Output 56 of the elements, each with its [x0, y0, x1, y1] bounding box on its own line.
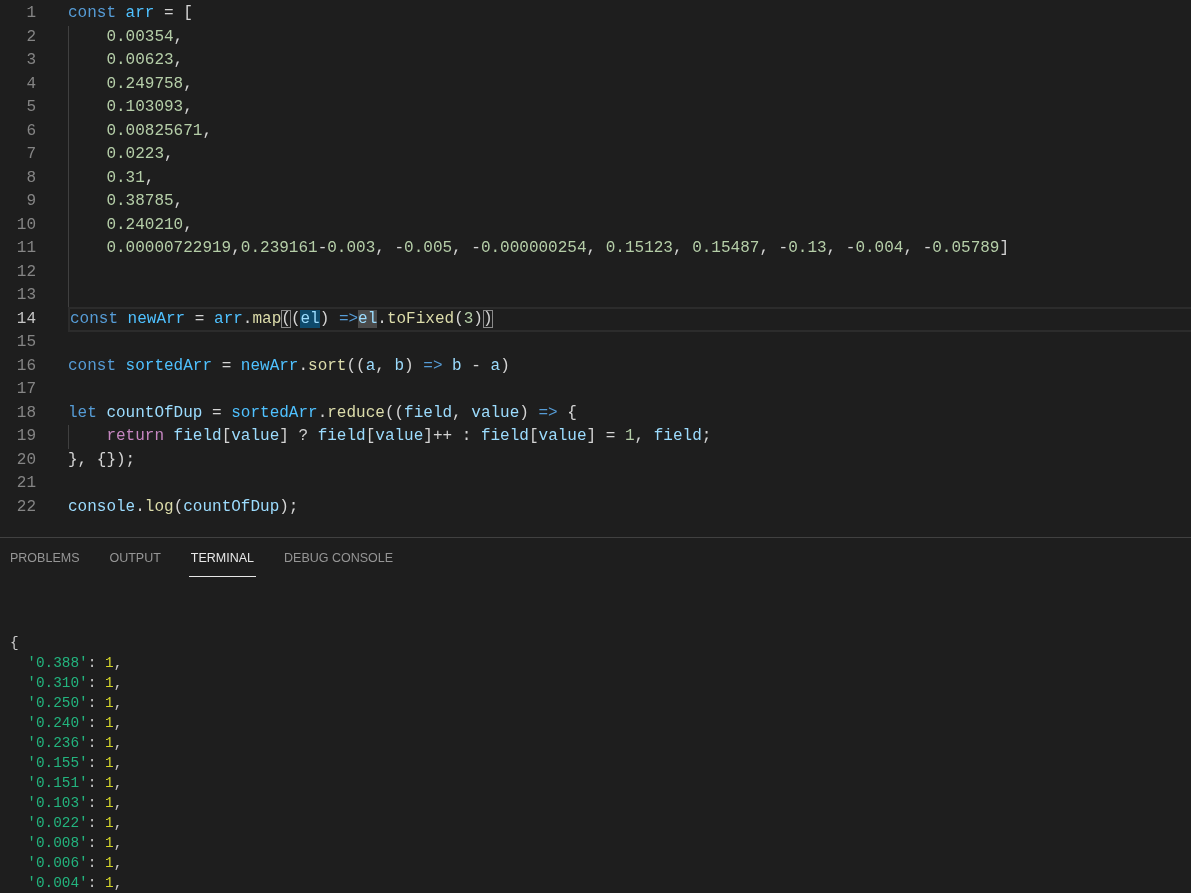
line-number: 11	[15, 238, 36, 259]
panel-tab[interactable]: OUTPUT	[107, 538, 163, 577]
terminal-line: '0.250': 1,	[27, 694, 123, 713]
terminal-line: '0.022': 1,	[27, 814, 123, 833]
code-line: 0.00000722919,0.239161-0.003, -0.005, -0.000000254, 0.15123, 0.15487, -0.13, -0.004, -0.05789]	[106, 238, 1010, 259]
terminal-line: '0.236': 1,	[27, 734, 123, 753]
terminal-line: '0.008': 1,	[27, 834, 123, 853]
code-line: const sortedArr = newArr.sort((a, b) => b - a)	[68, 355, 510, 377]
code-line: 0.00623,	[106, 50, 184, 71]
code-line: 0.240210,	[106, 214, 193, 236]
code-line: return field[value] ? field[value]++ : field[value] = 1, field;	[106, 426, 712, 447]
line-number: 10	[15, 214, 36, 236]
line-number: 14	[15, 308, 36, 330]
line-number: 18	[15, 402, 36, 424]
terminal-line: '0.151': 1,	[27, 774, 123, 793]
code-line: const arr = [	[68, 3, 193, 24]
code-line: 0.38785,	[106, 191, 184, 212]
panel-tab[interactable]: DEBUG CONSOLE	[282, 538, 396, 577]
code-line: let countOfDup = sortedArr.reduce((field, value) => {	[68, 402, 577, 424]
code-line: 0.249758,	[106, 73, 193, 95]
code-line: 0.00825671,	[106, 120, 212, 142]
line-number: 3	[25, 50, 36, 71]
terminal-line: '0.310': 1,	[27, 674, 123, 693]
line-number: 12	[15, 261, 36, 283]
terminal-line: '0.006': 1,	[27, 854, 123, 873]
code-line: 0.00354,	[106, 26, 184, 48]
line-number: 7	[25, 144, 36, 165]
line-number: 21	[15, 473, 36, 494]
line-number: 19	[15, 426, 36, 447]
line-number: 8	[25, 167, 36, 189]
line-number: 22	[15, 496, 36, 518]
code-line: 0.0223,	[106, 144, 174, 165]
code-line: 0.31,	[106, 167, 155, 189]
line-number: 15	[15, 332, 36, 353]
line-number: 17	[15, 379, 36, 400]
terminal-line: '0.155': 1,	[27, 754, 123, 773]
line-number: 4	[25, 73, 36, 95]
terminal-line: '0.388': 1,	[27, 654, 123, 673]
code-line: 0.103093,	[106, 97, 193, 118]
panel-tab[interactable]: TERMINAL	[188, 538, 257, 577]
line-number: 9	[25, 191, 36, 212]
code-line: const newArr = arr.map((el) =>el.toFixed(3))	[70, 308, 493, 330]
terminal-line: '0.103': 1,	[27, 794, 123, 813]
line-number: 16	[15, 355, 36, 377]
terminal-line: '0.004': 1,	[27, 874, 123, 893]
panel-tab[interactable]: PROBLEMS	[8, 538, 82, 577]
line-number: 2	[25, 26, 36, 48]
line-number: 20	[15, 449, 36, 471]
line-number: 1	[25, 3, 36, 24]
line-number: 13	[15, 285, 36, 306]
line-number: 5	[25, 97, 36, 118]
code-line: }, {});	[68, 449, 136, 471]
terminal-line: {	[10, 634, 19, 653]
code-line: console.log(countOfDup);	[68, 496, 299, 518]
terminal-line: '0.240': 1,	[27, 714, 123, 733]
line-number: 6	[25, 120, 36, 142]
